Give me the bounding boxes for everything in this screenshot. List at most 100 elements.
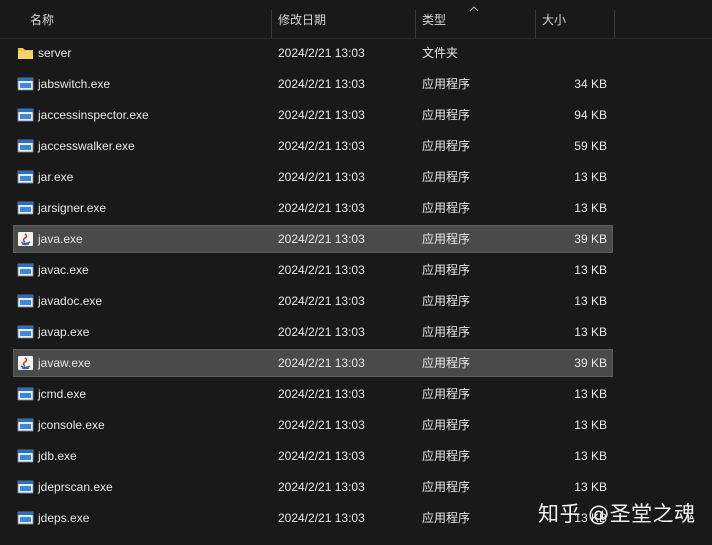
exe-icon	[17, 77, 34, 91]
file-name: javadoc.exe	[38, 294, 103, 308]
file-name: java.exe	[38, 232, 83, 246]
file-type: 应用程序	[422, 139, 471, 153]
file-type: 应用程序	[422, 77, 471, 91]
file-size: 13 KB	[574, 418, 607, 432]
file-name: javaw.exe	[38, 356, 91, 370]
file-size: 13 KB	[574, 170, 607, 184]
file-type: 应用程序	[422, 201, 471, 215]
file-type: 应用程序	[422, 449, 471, 463]
file-modified-date: 2024/2/21 13:03	[278, 108, 365, 122]
file-modified-date: 2024/2/21 13:03	[278, 263, 365, 277]
exe-icon	[17, 325, 34, 339]
exe-icon	[17, 139, 34, 153]
file-name: server	[38, 46, 72, 60]
column-divider[interactable]	[614, 10, 615, 38]
column-header-type[interactable]: 类型	[422, 0, 446, 38]
file-size: 13 KB	[574, 263, 607, 277]
java-icon	[18, 232, 33, 246]
file-row[interactable]: java.exe 2024/2/21 13:03 应用程序 39 KB	[13, 225, 613, 253]
file-size: 13 KB	[574, 294, 607, 308]
file-row[interactable]: javap.exe 2024/2/21 13:03 应用程序 13 KB	[14, 319, 612, 345]
column-header-size-label: 大小	[542, 12, 567, 27]
folder-icon	[18, 48, 33, 59]
exe-icon	[17, 387, 34, 401]
exe-icon	[17, 511, 34, 525]
file-name: jaccessinspector.exe	[38, 108, 149, 122]
file-name: jabswitch.exe	[38, 77, 111, 91]
file-name: jconsole.exe	[38, 418, 105, 432]
file-modified-date: 2024/2/21 13:03	[278, 294, 365, 308]
java-icon	[18, 356, 33, 370]
column-divider[interactable]	[415, 10, 416, 38]
file-type: 应用程序	[422, 418, 471, 432]
file-row[interactable]: jaccessinspector.exe 2024/2/21 13:03 应用程序 9…	[14, 102, 612, 128]
file-type: 应用程序	[422, 232, 471, 246]
file-size: 13 KB	[574, 480, 607, 494]
file-size: 13 KB	[574, 325, 607, 339]
exe-icon	[17, 418, 34, 432]
file-row[interactable]: javadoc.exe 2024/2/21 13:03 应用程序 13 KB	[14, 288, 612, 314]
file-modified-date: 2024/2/21 13:03	[278, 356, 365, 370]
file-type: 应用程序	[422, 263, 471, 277]
file-name: jar.exe	[38, 170, 74, 184]
column-header-name[interactable]: 名称	[30, 0, 54, 38]
file-modified-date: 2024/2/21 13:03	[278, 201, 365, 215]
file-explorer: 名称 修改日期 类型 大小 server 2024/2/21 13:03 文件夹 ja…	[0, 0, 712, 545]
file-size: 13 KB	[574, 387, 607, 401]
file-size: 13 KB	[574, 201, 607, 215]
file-type: 应用程序	[422, 511, 471, 525]
file-row[interactable]: javaw.exe 2024/2/21 13:03 应用程序 39 KB	[13, 349, 613, 377]
file-size: 34 KB	[574, 77, 607, 91]
file-row[interactable]: jdb.exe 2024/2/21 13:03 应用程序 13 KB	[14, 443, 612, 469]
file-name: jarsigner.exe	[38, 201, 107, 215]
exe-icon	[17, 263, 34, 277]
file-name: javap.exe	[38, 325, 90, 339]
file-type: 应用程序	[422, 356, 471, 370]
file-size: 59 KB	[574, 139, 607, 153]
file-row[interactable]: jabswitch.exe 2024/2/21 13:03 应用程序 34 KB	[14, 71, 612, 97]
file-row[interactable]: server 2024/2/21 13:03 文件夹	[14, 40, 612, 66]
file-row[interactable]: jaccesswalker.exe 2024/2/21 13:03 应用程序 59 K…	[14, 133, 612, 159]
file-type: 文件夹	[422, 46, 459, 60]
file-modified-date: 2024/2/21 13:03	[278, 139, 365, 153]
file-modified-date: 2024/2/21 13:03	[278, 325, 365, 339]
file-row[interactable]: jar.exe 2024/2/21 13:03 应用程序 13 KB	[14, 164, 612, 190]
watermark-text: 知乎 @圣堂之魂	[538, 502, 696, 526]
exe-icon	[17, 108, 34, 122]
chevron-up-icon	[469, 6, 479, 12]
file-row[interactable]: jconsole.exe 2024/2/21 13:03 应用程序 13 KB	[14, 412, 612, 438]
file-name: jdeps.exe	[38, 511, 90, 525]
file-row[interactable]: jarsigner.exe 2024/2/21 13:03 应用程序 13 KB	[14, 195, 612, 221]
file-modified-date: 2024/2/21 13:03	[278, 77, 365, 91]
file-size: 39 KB	[574, 232, 607, 246]
file-type: 应用程序	[422, 325, 471, 339]
exe-icon	[17, 294, 34, 308]
file-row[interactable]: javac.exe 2024/2/21 13:03 应用程序 13 KB	[14, 257, 612, 283]
column-header-type-label: 类型	[422, 12, 447, 27]
column-header-date-label: 修改日期	[278, 12, 327, 27]
column-header-bar: 名称 修改日期 类型 大小	[0, 0, 712, 39]
file-modified-date: 2024/2/21 13:03	[278, 232, 365, 246]
file-name: jdb.exe	[38, 449, 77, 463]
file-row[interactable]: jdeprscan.exe 2024/2/21 13:03 应用程序 13 KB	[14, 474, 612, 500]
file-type: 应用程序	[422, 294, 471, 308]
exe-icon	[17, 449, 34, 463]
file-name: javac.exe	[38, 263, 89, 277]
file-size: 94 KB	[574, 108, 607, 122]
file-type: 应用程序	[422, 108, 471, 122]
file-type: 应用程序	[422, 480, 471, 494]
column-divider[interactable]	[271, 10, 272, 38]
file-size: 39 KB	[574, 356, 607, 370]
file-modified-date: 2024/2/21 13:03	[278, 418, 365, 432]
exe-icon	[17, 201, 34, 215]
column-header-size[interactable]: 大小	[542, 0, 566, 38]
file-type: 应用程序	[422, 170, 471, 184]
column-header-date[interactable]: 修改日期	[278, 0, 326, 38]
file-modified-date: 2024/2/21 13:03	[278, 170, 365, 184]
file-name: jcmd.exe	[38, 387, 87, 401]
file-modified-date: 2024/2/21 13:03	[278, 449, 365, 463]
file-row[interactable]: jdeps.exe 2024/2/21 13:03 应用程序 13 KB	[14, 505, 612, 531]
file-modified-date: 2024/2/21 13:03	[278, 511, 365, 525]
column-divider[interactable]	[535, 10, 536, 38]
file-row[interactable]: jcmd.exe 2024/2/21 13:03 应用程序 13 KB	[14, 381, 612, 407]
